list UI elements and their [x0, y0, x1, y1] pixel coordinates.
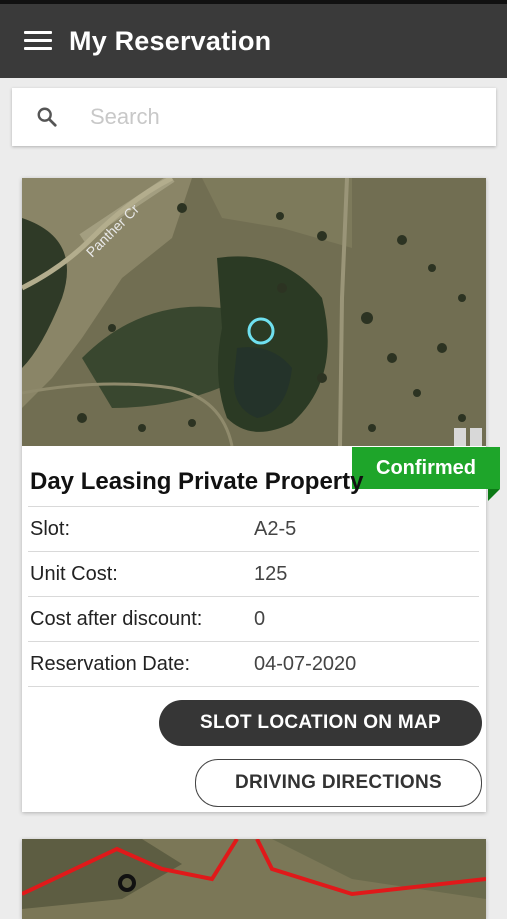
- discount-cost-label: Cost after discount:: [30, 608, 203, 630]
- page-title: My Reservation: [69, 25, 272, 56]
- discount-cost-row: Cost after discount: 0: [28, 596, 479, 641]
- search-icon: [37, 107, 57, 127]
- driving-directions-button[interactable]: DRIVING DIRECTIONS: [195, 759, 482, 807]
- slot-row: Slot: A2-5: [28, 506, 479, 551]
- slot-value: A2-5: [254, 518, 297, 540]
- property-title: Day Leasing Private Property: [30, 468, 364, 495]
- search-input[interactable]: [88, 103, 452, 131]
- status-badge-tail: [488, 489, 500, 501]
- reservation-card: Panther Cr Confirmed Day Leasing Private…: [22, 178, 500, 812]
- search-bar[interactable]: [12, 88, 496, 146]
- unit-cost-label: Unit Cost:: [30, 563, 118, 585]
- reservation-date-label: Reservation Date:: [30, 653, 191, 675]
- unit-cost-value: 125: [254, 563, 288, 585]
- reservation-date-value: 04-07-2020: [254, 653, 357, 675]
- slot-label: Slot:: [30, 518, 71, 540]
- satellite-map[interactable]: Panther Cr: [22, 178, 486, 446]
- app-bar: My Reservation: [0, 4, 507, 78]
- reservation-card-next: [22, 839, 486, 919]
- menu-icon[interactable]: [24, 31, 52, 51]
- unit-cost-row: Unit Cost: 125: [28, 551, 479, 596]
- discount-cost-value: 0: [254, 608, 266, 630]
- reservation-date-row: Reservation Date: 04-07-2020: [28, 641, 479, 687]
- slot-location-button[interactable]: SLOT LOCATION ON MAP: [159, 700, 482, 746]
- satellite-map-next[interactable]: [22, 839, 486, 919]
